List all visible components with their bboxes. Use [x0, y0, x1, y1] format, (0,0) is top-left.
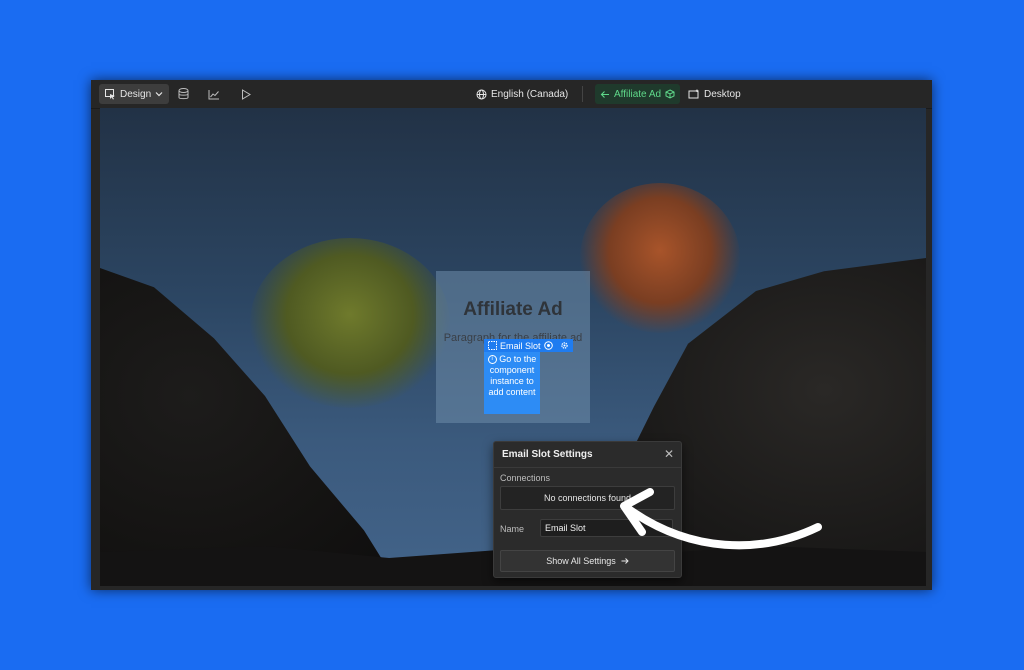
gear-icon[interactable] — [560, 341, 569, 350]
component-badge-icon — [543, 341, 553, 350]
close-icon[interactable]: ✕ — [664, 447, 674, 461]
cursor-icon — [105, 88, 115, 99]
ad-title: Affiliate Ad — [463, 299, 563, 320]
play-icon — [242, 88, 251, 100]
background-tree-orange — [580, 183, 740, 333]
info-icon: i — [487, 355, 497, 365]
email-slot-tag[interactable]: Email Slot — [484, 339, 573, 352]
component-breadcrumb[interactable]: Affiliate Ad — [595, 84, 681, 104]
slot-dashed-box-icon — [488, 341, 497, 350]
locale-label: English (Canada) — [491, 88, 569, 100]
email-slot-placeholder[interactable]: i Go to the component instance to add co… — [484, 352, 540, 414]
connections-label: Connections — [500, 473, 551, 483]
toolbar-divider — [582, 86, 583, 102]
analyze-button[interactable] — [204, 84, 224, 104]
background-tree-green — [250, 238, 450, 408]
preview-button[interactable] — [236, 84, 256, 104]
settings-title: Email Slot Settings — [502, 449, 593, 460]
component-cube-icon — [665, 89, 675, 99]
design-mode-dropdown[interactable]: Design — [99, 84, 170, 104]
cms-button[interactable] — [173, 84, 193, 104]
desktop-icon — [688, 89, 699, 98]
slot-tag-label: Email Slot — [500, 340, 541, 351]
database-icon — [178, 88, 188, 100]
chevron-down-icon — [155, 92, 163, 97]
breakpoint-label: Desktop — [704, 88, 741, 100]
top-toolbar: Design English (Canada) Affiliate Ad Des… — [91, 80, 932, 109]
settings-header: Email Slot Settings ✕ — [494, 442, 681, 468]
name-label: Name — [500, 524, 525, 534]
arrow-left-icon — [600, 90, 609, 98]
chart-line-icon — [208, 89, 219, 99]
globe-icon — [476, 89, 487, 99]
component-label: Affiliate Ad — [614, 88, 662, 100]
locale-selector[interactable]: English (Canada) — [476, 84, 568, 104]
annotation-arrow-icon — [620, 488, 822, 550]
breakpoint-selector[interactable]: Desktop — [688, 84, 741, 104]
design-mode-label: Design — [120, 88, 152, 100]
